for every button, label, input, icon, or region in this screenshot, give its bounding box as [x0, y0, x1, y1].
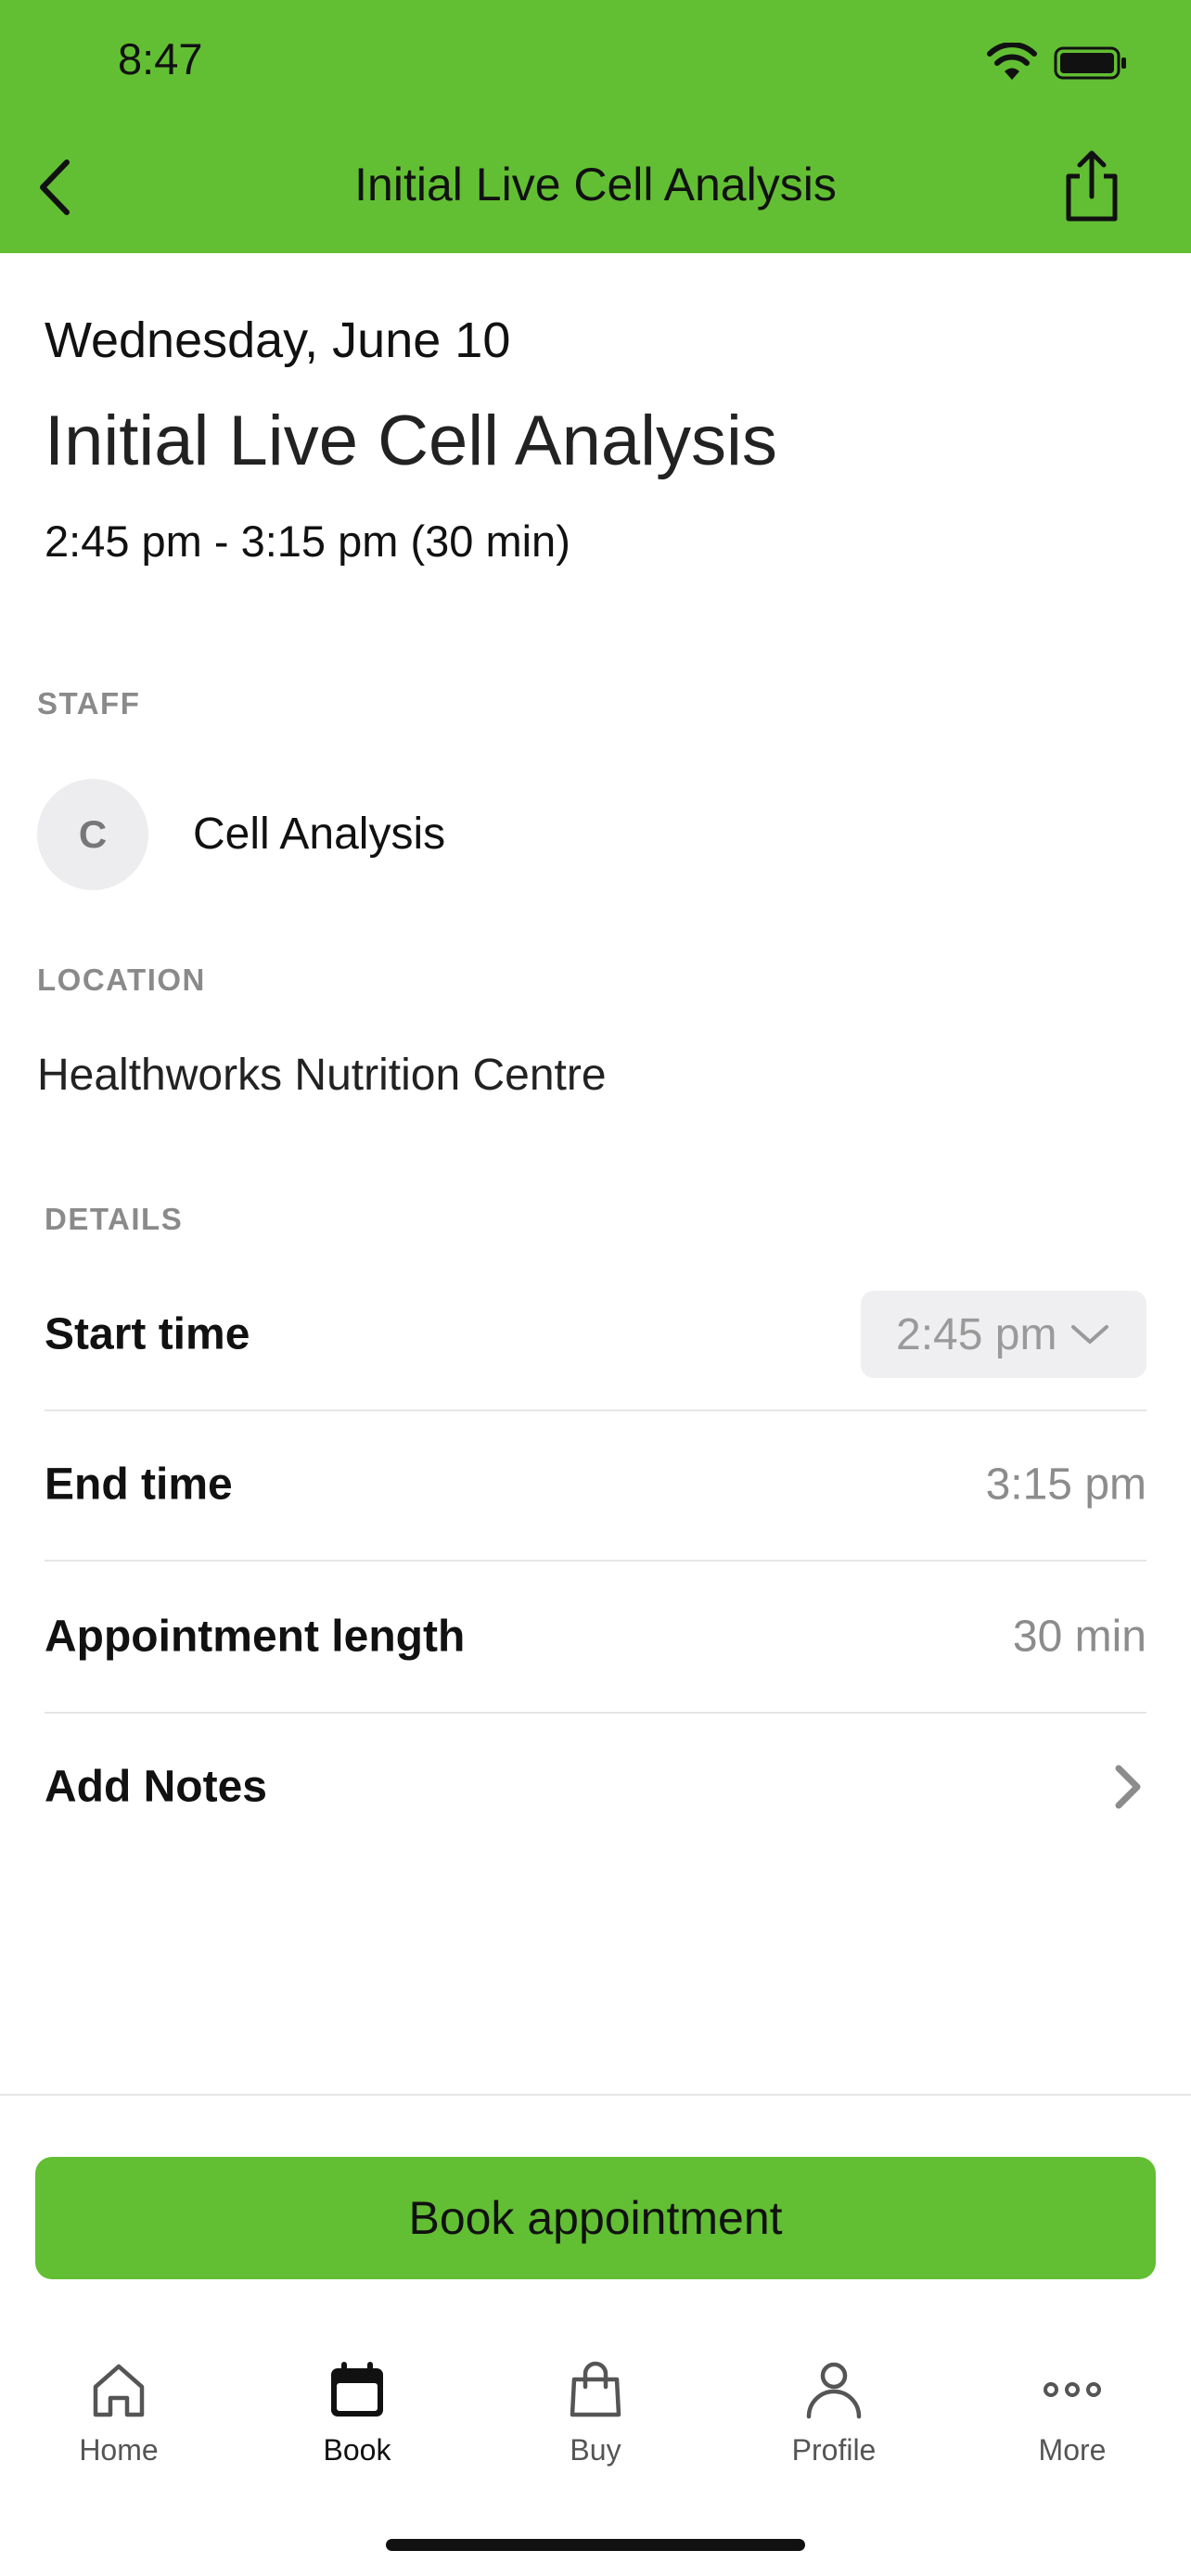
appointment-length-label: Appointment length [45, 1612, 466, 1662]
appointment-length-value: 30 min [1012, 1612, 1146, 1662]
location-name: Healthworks Nutrition Centre [37, 1051, 607, 1100]
staff-name: Cell Analysis [193, 810, 446, 859]
tab-profile[interactable]: Profile [741, 2337, 927, 2485]
tab-home-label: Home [79, 2433, 159, 2467]
book-appointment-button[interactable]: Book appointment [35, 2157, 1156, 2279]
battery-icon [1054, 46, 1126, 80]
shopping-bag-icon [570, 2361, 621, 2417]
start-time-label: Start time [45, 1309, 250, 1359]
staff-section-label: STAFF [37, 686, 141, 721]
home-icon [93, 2364, 145, 2417]
tab-book-label: Book [323, 2433, 391, 2467]
tab-bar: Home Book Buy Profile More [0, 2337, 1191, 2485]
share-icon[interactable] [1057, 148, 1126, 224]
start-time-value: 2:45 pm [896, 1309, 1057, 1359]
calendar-icon [331, 2362, 383, 2417]
nav-title: Initial Live Cell Analysis [354, 159, 837, 210]
tab-buy-label: Buy [570, 2433, 621, 2467]
end-time-row: End time 3:15 pm [45, 1409, 1146, 1562]
app-header: 8:47 Initial Live Cell Analysis [0, 0, 1191, 253]
appointment-title: Initial Live Cell Analysis [45, 402, 777, 480]
tab-buy[interactable]: Buy [503, 2337, 688, 2485]
person-icon [806, 2362, 862, 2419]
chevron-down-icon [1071, 1325, 1109, 1344]
more-dots-icon [1044, 2382, 1101, 2397]
appointment-time-range: 2:45 pm - 3:15 pm (30 min) [45, 516, 570, 566]
tab-book[interactable]: Book [264, 2337, 450, 2485]
chevron-right-icon [1115, 1765, 1141, 1809]
tab-home[interactable]: Home [26, 2337, 211, 2485]
appointment-length-row: Appointment length 30 min [45, 1562, 1146, 1714]
wifi-icon [987, 43, 1037, 80]
appointment-date: Wednesday, June 10 [45, 312, 511, 368]
start-time-row: Start time 2:45 pm [45, 1259, 1146, 1411]
location-section-label: LOCATION [37, 963, 206, 997]
tab-more[interactable]: More [980, 2337, 1165, 2485]
footer-divider [0, 2094, 1191, 2096]
home-indicator [386, 2539, 805, 2551]
add-notes-row[interactable]: Add Notes [45, 1712, 1146, 1862]
end-time-label: End time [45, 1460, 233, 1510]
end-time-value: 3:15 pm [985, 1460, 1146, 1510]
staff-avatar: C [37, 779, 148, 890]
add-notes-label: Add Notes [45, 1762, 267, 1812]
start-time-select[interactable]: 2:45 pm [861, 1291, 1146, 1378]
tab-profile-label: Profile [791, 2433, 877, 2467]
tab-more-label: More [1038, 2433, 1107, 2467]
details-section-label: DETAILS [45, 1202, 184, 1236]
status-time: 8:47 [118, 34, 203, 83]
